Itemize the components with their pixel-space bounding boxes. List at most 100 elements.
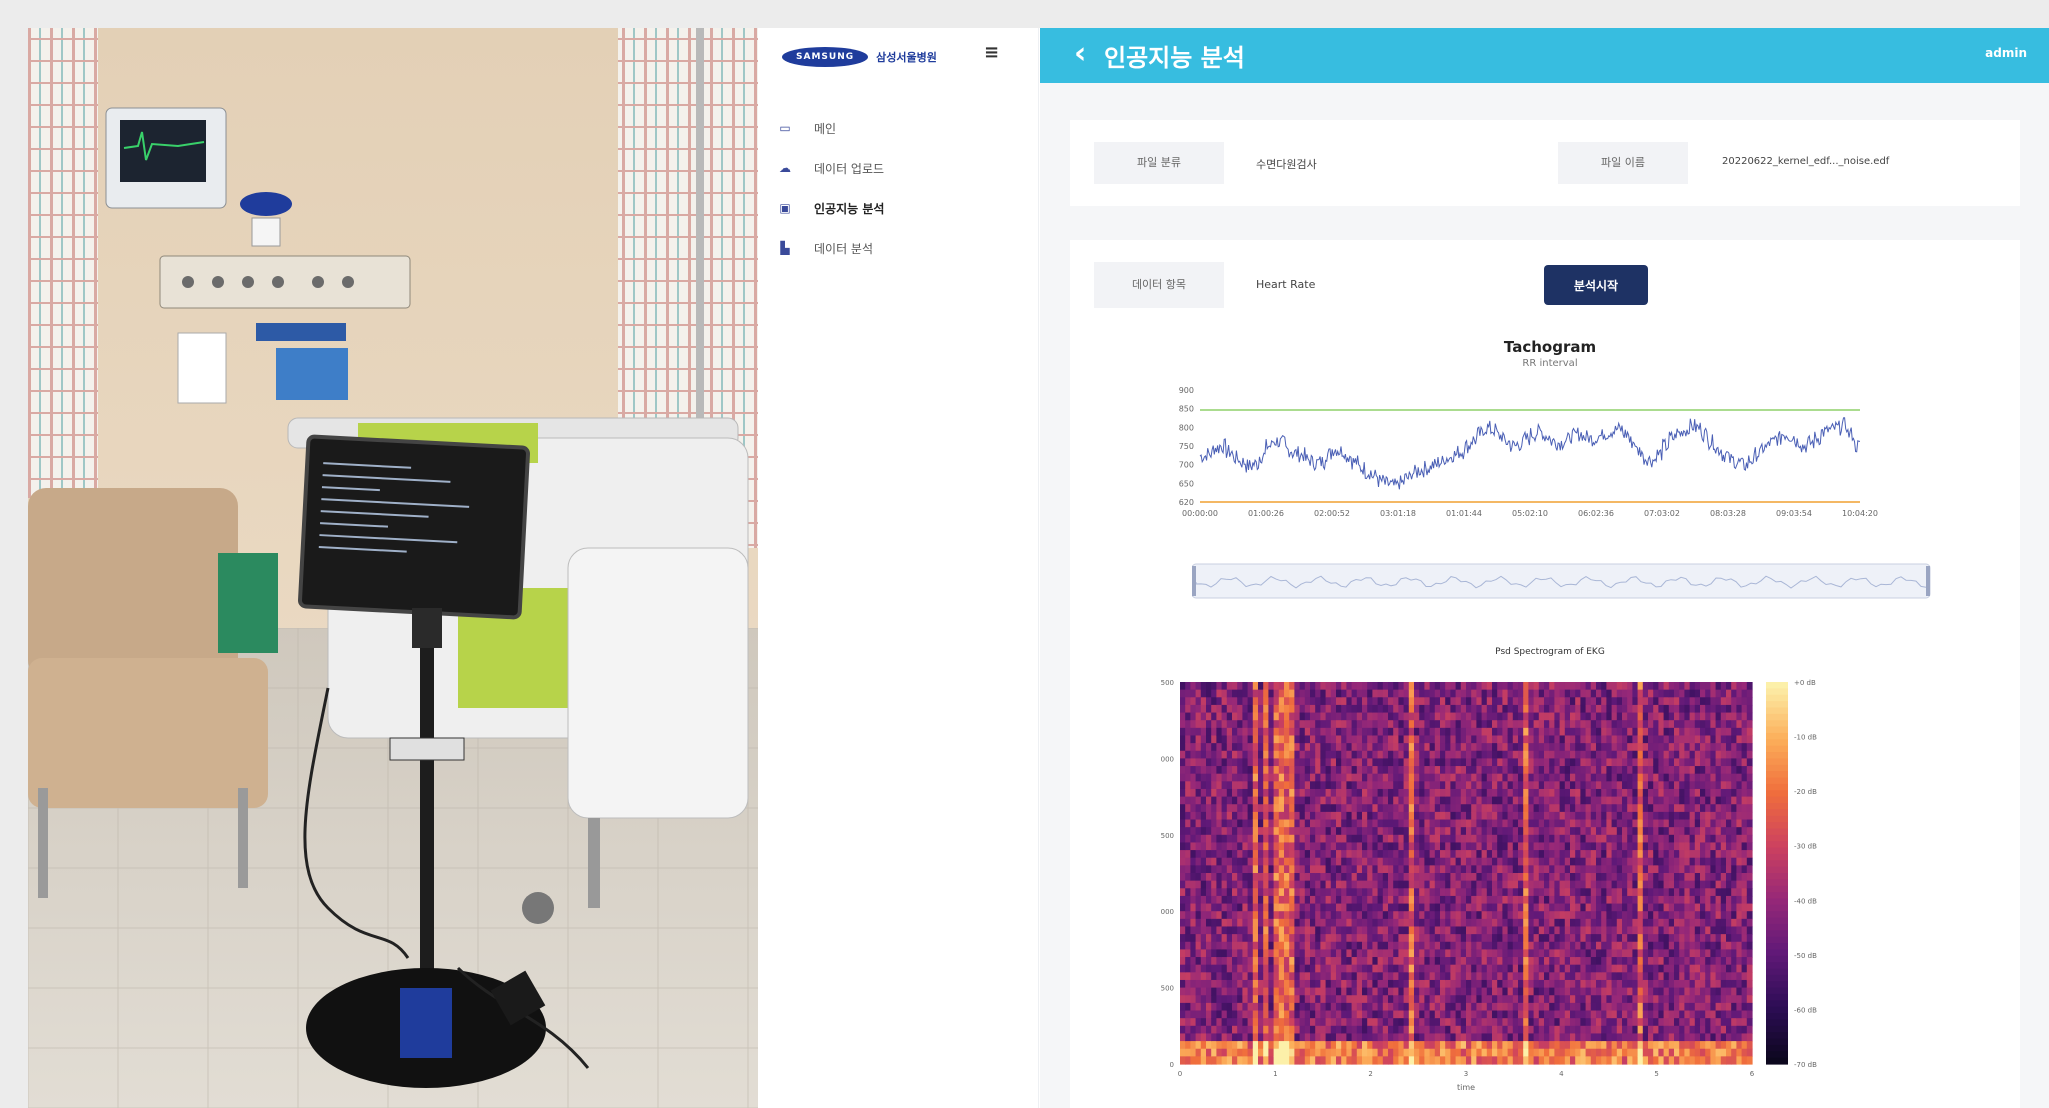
spectrogram-cell (1377, 957, 1384, 966)
spectrogram-cell (1601, 743, 1607, 752)
spectrogram-cell (1622, 865, 1628, 874)
spectrogram-cell (1440, 743, 1446, 752)
spectrogram-cell (1611, 957, 1618, 966)
spectrogram-cell (1351, 979, 1358, 989)
spectrogram-cell (1216, 750, 1223, 759)
spectrogram-cell (1590, 1010, 1597, 1019)
spectrogram-cell (1252, 1041, 1259, 1050)
spectrogram-cell (1304, 949, 1311, 958)
spectrogram-cell (1596, 796, 1602, 805)
sidebar-item-ai-analysis[interactable]: ▣ 인공지능 분석 (776, 188, 1026, 228)
spectrogram-cell (1341, 811, 1347, 821)
spectrogram-cell (1304, 796, 1311, 805)
spectrogram-cell (1570, 804, 1576, 813)
hamburger-icon[interactable]: ≡ (984, 42, 999, 63)
spectrogram-cell (1310, 773, 1316, 782)
spectrogram-cell (1668, 766, 1675, 775)
page-title: 인공지능 분석 (1104, 44, 1245, 72)
spectrogram-cell (1570, 689, 1576, 698)
spectrogram-cell (1642, 850, 1649, 859)
spectrogram-cell (1372, 1033, 1379, 1042)
spectrogram-cell (1434, 926, 1441, 935)
spectrogram-cell (1294, 796, 1301, 805)
data-item-value[interactable]: Heart Rate (1256, 278, 1315, 291)
spectrogram-cell (1299, 811, 1306, 821)
spectrogram-cell (1622, 796, 1628, 805)
spectrogram-cell (1320, 934, 1327, 943)
spectrogram-cell (1232, 682, 1238, 691)
spectrogram-cell (1341, 911, 1347, 920)
spectrogram-cell (1450, 773, 1457, 782)
spectrogram-cell (1284, 918, 1290, 928)
sidebar-item-data-upload[interactable]: ☁ 데이터 업로드 (776, 148, 1026, 188)
spectrogram-cell (1232, 1041, 1238, 1050)
spectrogram-cell (1460, 1048, 1467, 1057)
spectrogram-cell (1663, 918, 1670, 928)
spectrogram-cell (1502, 1018, 1509, 1027)
spectrogram-cell (1362, 987, 1368, 996)
spectrogram-cell (1226, 995, 1233, 1004)
spectrogram-cell (1382, 743, 1389, 752)
sidebar-item-main[interactable]: ▭ 메인 (776, 108, 1026, 148)
spectrogram-cell (1232, 1048, 1238, 1057)
spectrogram-cell (1575, 766, 1581, 775)
spectrogram-cell (1206, 888, 1212, 897)
spectrogram-cell (1486, 979, 1493, 989)
spectrogram-cell (1237, 758, 1243, 767)
spectrogram-cell (1663, 1048, 1670, 1057)
spectrogram-cell (1278, 720, 1285, 729)
spectrogram-cell (1294, 720, 1301, 729)
spectrogram-cell (1320, 819, 1327, 828)
spectrogram-cell (1658, 1025, 1665, 1035)
chevron-left-icon[interactable]: ‹ (1074, 36, 1086, 71)
sidebar-item-data-analysis[interactable]: ▙ 데이터 분석 (776, 228, 1026, 268)
run-analysis-button[interactable]: 분석시작 (1544, 265, 1648, 305)
spectrogram-cell (1320, 995, 1327, 1004)
spectrogram-cell (1533, 804, 1540, 813)
spectrogram-cell (1637, 1048, 1644, 1057)
spectrogram-cell (1538, 796, 1545, 805)
spectrogram-cell (1554, 895, 1561, 905)
spectrogram-cell (1362, 743, 1368, 752)
spectrogram-cell (1528, 811, 1535, 821)
spectrogram-cell (1466, 811, 1472, 821)
spectrogram-cell (1195, 880, 1202, 889)
spectrogram-cell (1476, 720, 1483, 729)
spectrogram-cell (1237, 819, 1243, 828)
tachogram-zoom-slider[interactable] (1192, 562, 1932, 600)
spectrogram-cell (1320, 1025, 1327, 1035)
spectrogram-cell (1263, 712, 1269, 721)
spectrogram-cell (1299, 911, 1306, 920)
spectrogram-cell (1273, 682, 1280, 691)
spectrogram-cell (1528, 873, 1535, 882)
spectrogram-cell (1419, 903, 1425, 912)
spectrogram-cell (1466, 987, 1472, 996)
spectrogram-cell (1408, 750, 1415, 759)
spectrogram-cell (1414, 796, 1420, 805)
spectrogram-cell (1419, 720, 1425, 729)
spectrogram-cell (1486, 903, 1493, 912)
spectrogram-cell (1258, 941, 1264, 950)
spectrogram-cell (1341, 1025, 1347, 1035)
spectrogram-cell (1195, 766, 1202, 775)
spectrogram-cell (1393, 834, 1399, 844)
spectrogram-cell (1648, 697, 1654, 706)
spectrogram-cell (1258, 957, 1264, 966)
spectrogram-cell (1585, 903, 1592, 912)
spectrogram-cell (1289, 1041, 1295, 1050)
spectrogram-cell (1330, 773, 1337, 782)
spectrogram-cell (1252, 689, 1259, 698)
spectrogram-cell (1632, 1010, 1639, 1019)
spectrogram-cell (1455, 788, 1462, 798)
spectrogram-cell (1606, 850, 1613, 859)
spectrogram-cell (1533, 972, 1540, 981)
spectrogram-cell (1325, 773, 1332, 782)
spectrogram-cell (1226, 850, 1233, 859)
spectrogram-cell (1632, 773, 1639, 782)
spectrogram-cell (1544, 934, 1550, 943)
spectrogram-cell (1403, 850, 1410, 859)
spectrogram-cell (1351, 743, 1358, 752)
spectrogram-cell (1445, 834, 1451, 844)
sidebar: SAMSUNG 삼성서울병원 ≡ ▭ 메인 ☁ 데이터 업로드 ▣ 인공지능 분… (764, 28, 1039, 1108)
user-name[interactable]: admin (1985, 46, 2027, 60)
